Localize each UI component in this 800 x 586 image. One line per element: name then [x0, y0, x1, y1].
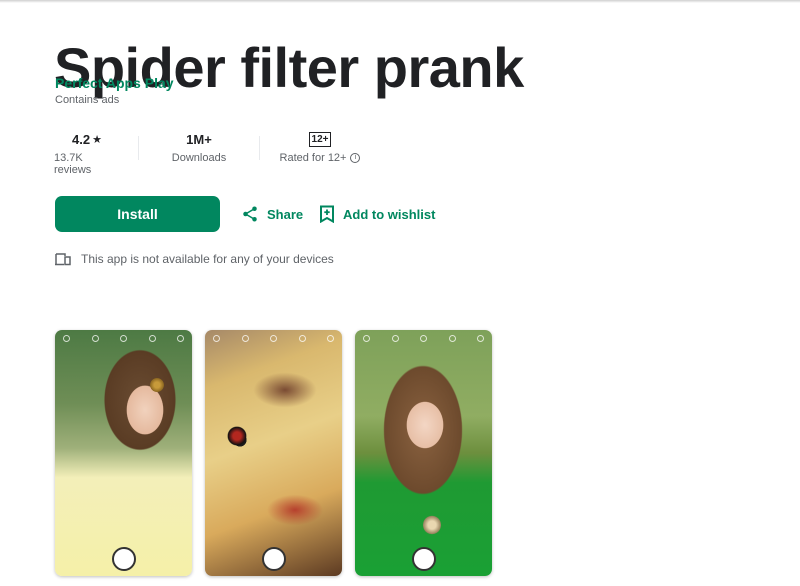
downloads-label: Downloads — [171, 152, 227, 164]
spider-overlay — [423, 515, 441, 535]
shutter-button-icon — [111, 547, 136, 571]
rating-value: 4.2 — [72, 131, 91, 147]
downloads-value: 1M+ — [186, 131, 212, 147]
camera-toolbar — [205, 330, 342, 346]
share-icon — [243, 206, 257, 222]
bookmark-add-icon — [320, 205, 334, 223]
availability-message: This app is not available for any of you… — [81, 252, 334, 266]
reviews-count[interactable]: 13.7K reviews — [54, 152, 120, 176]
camera-toolbar — [55, 330, 192, 346]
devices-icon — [55, 252, 71, 265]
info-icon[interactable]: i — [350, 153, 361, 163]
content-rating-label: Rated for 12+ — [279, 152, 347, 164]
shutter-button-icon — [411, 547, 436, 571]
app-stats: 4.2 ★ 13.7K reviews 1M+ Downloads 12+ Ra… — [54, 130, 380, 176]
screenshot-carousel — [55, 330, 492, 576]
shutter-button-icon — [261, 547, 286, 571]
install-button[interactable]: Install — [55, 196, 220, 232]
star-icon: ★ — [92, 133, 102, 146]
screenshot-1[interactable] — [55, 330, 192, 576]
screenshot-3[interactable] — [355, 330, 492, 576]
stat-rating: 4.2 ★ 13.7K reviews — [54, 130, 120, 177]
spider-overlay — [150, 378, 164, 392]
spider-overlay — [225, 425, 249, 447]
add-to-wishlist-button[interactable]: Add to wishlist — [319, 203, 435, 225]
top-bar-edge — [0, 0, 800, 3]
camera-toolbar — [355, 330, 492, 346]
ads-notice: Contains ads — [55, 94, 120, 106]
availability-notice: This app is not available for any of you… — [55, 252, 334, 266]
stat-downloads: 1M+ Downloads — [139, 130, 259, 165]
content-rating-badge: 12+ — [308, 131, 332, 147]
wishlist-label: Add to wishlist — [343, 206, 436, 222]
share-button[interactable]: Share — [241, 203, 303, 225]
screenshot-2[interactable] — [205, 330, 342, 576]
developer-link[interactable]: Perfect Apps Play — [55, 75, 174, 91]
share-label: Share — [267, 206, 304, 222]
stat-content-rating: 12+ Rated for 12+ i — [260, 130, 380, 164]
